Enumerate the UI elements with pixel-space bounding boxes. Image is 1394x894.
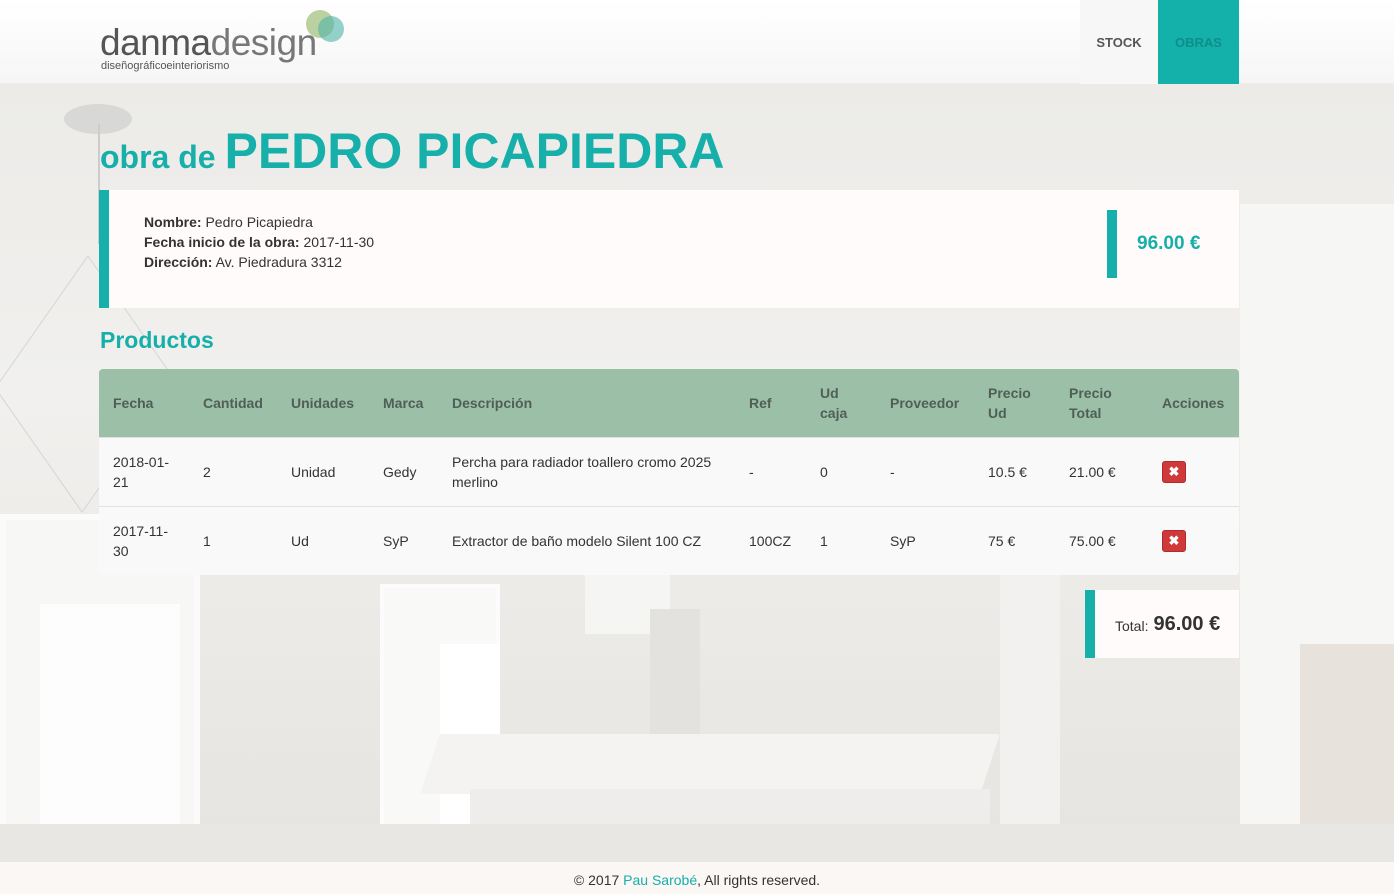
cell-proveedor: - — [890, 463, 895, 480]
obra-info-details: Nombre: Pedro Picapiedra Fecha inicio de… — [144, 212, 374, 272]
delete-button[interactable]: ✖ — [1162, 529, 1186, 552]
nav-stock[interactable]: STOCK — [1080, 0, 1158, 84]
productos-table-container: Fecha Cantidad Unidades Marca Descripció… — [99, 369, 1239, 575]
logo-tagline: diseñográficoeinteriorismo — [101, 60, 230, 72]
cell-ud-caja: 1 — [820, 532, 828, 549]
table-header: Fecha Cantidad Unidades Marca Descripció… — [99, 369, 1239, 437]
total-label: Total: — [1115, 618, 1149, 634]
col-ud-caja: Ud caja — [820, 384, 848, 421]
page-title-prefix: obra de — [100, 139, 216, 175]
background-floor — [0, 824, 1394, 862]
cell-fecha: 2017-11-30 — [113, 522, 169, 559]
cell-precio-total: 21.00 € — [1069, 463, 1116, 480]
col-precio-ud: Precio Ud — [988, 384, 1031, 421]
times-icon: ✖ — [1168, 463, 1180, 479]
cell-marca: Gedy — [383, 463, 417, 480]
info-fecha: Fecha inicio de la obra: 2017-11-30 — [144, 232, 374, 252]
background-counter — [420, 734, 1000, 794]
info-nombre: Nombre: Pedro Picapiedra — [144, 212, 374, 232]
cell-descripcion: Extractor de baño modelo Silent 100 CZ — [452, 532, 702, 549]
cell-fecha: 2018-01-21 — [113, 453, 170, 490]
info-direccion-label: Dirección: — [144, 254, 213, 270]
logo-word-design: design — [210, 22, 318, 63]
logo-wordmark: danmadesign — [100, 22, 317, 64]
cell-acciones: ✖ — [1148, 506, 1239, 575]
col-proveedor: Proveedor — [890, 394, 960, 411]
cell-ud-caja: 0 — [820, 463, 828, 480]
cell-precio-ud: 75 € — [988, 532, 1016, 549]
cell-proveedor: SyP — [890, 532, 916, 549]
cell-precio-ud: 10.5 € — [988, 463, 1027, 480]
cell-ref: 100CZ — [749, 532, 792, 549]
info-nombre-value: Pedro Picapiedra — [205, 214, 313, 230]
obra-total-amount: 96.00 € — [1107, 210, 1200, 278]
col-fecha: Fecha — [113, 394, 154, 411]
col-acciones: Acciones — [1162, 394, 1225, 411]
footer-copyright: © 2017 — [573, 872, 620, 888]
cell-ref: - — [749, 463, 754, 480]
site-header: danmadesign diseñográficoeinteriorismo S… — [0, 0, 1394, 84]
footer-rights: , All rights reserved. — [697, 872, 821, 888]
cell-unidades: Unidad — [291, 463, 336, 480]
table-row: 2017-11-30 1 Ud SyP Extractor de baño mo… — [99, 506, 1239, 575]
table-body: 2018-01-21 2 Unidad Gedy Percha para rad… — [99, 437, 1239, 575]
cell-descripcion: Percha para radiador toallero cromo 2025… — [452, 453, 712, 490]
productos-heading: Productos — [100, 327, 214, 353]
site-footer: © 2017 Pau Sarobé, All rights reserved. — [0, 862, 1394, 894]
col-cantidad: Cantidad — [203, 394, 263, 411]
col-precio-total: Precio Total — [1069, 384, 1112, 421]
col-ref: Ref — [749, 394, 772, 411]
table-header-row: Fecha Cantidad Unidades Marca Descripció… — [99, 369, 1239, 437]
info-fecha-label: Fecha inicio de la obra: — [144, 234, 300, 250]
col-descripcion: Descripción — [452, 394, 533, 411]
cell-marca: SyP — [383, 532, 409, 549]
nav-obras[interactable]: OBRAS — [1158, 0, 1239, 84]
productos-table: Fecha Cantidad Unidades Marca Descripció… — [99, 369, 1239, 575]
col-marca: Marca — [383, 394, 424, 411]
logo[interactable]: danmadesign diseñográficoeinteriorismo — [100, 8, 360, 78]
page-title-name: PEDRO PICAPIEDRA — [224, 123, 725, 179]
background-pillar — [1000, 564, 1060, 862]
cell-unidades: Ud — [291, 532, 309, 549]
delete-button[interactable]: ✖ — [1162, 460, 1186, 483]
cell-cantidad: 1 — [203, 532, 211, 549]
info-fecha-value: 2017-11-30 — [303, 234, 375, 250]
col-unidades: Unidades — [291, 394, 355, 411]
total-value: 96.00 € — [1153, 612, 1221, 635]
total-summary: Total: 96.00 € — [1085, 590, 1239, 658]
footer-author-link[interactable]: Pau Sarobé — [623, 872, 697, 888]
info-direccion: Dirección: Av. Piedradura 3312 — [144, 252, 374, 272]
cell-precio-total: 75.00 € — [1069, 532, 1116, 549]
cell-acciones: ✖ — [1148, 437, 1239, 506]
times-icon: ✖ — [1168, 532, 1180, 548]
cell-cantidad: 2 — [203, 463, 211, 480]
info-direccion-value: Av. Piedradura 3312 — [215, 254, 342, 270]
logo-circle-teal-icon — [318, 16, 344, 42]
main-nav: STOCK OBRAS — [1080, 0, 1239, 84]
obra-info-card: Nombre: Pedro Picapiedra Fecha inicio de… — [99, 190, 1239, 308]
info-nombre-label: Nombre: — [144, 214, 202, 230]
table-row: 2018-01-21 2 Unidad Gedy Percha para rad… — [99, 437, 1239, 506]
logo-word-danma: danma — [100, 22, 211, 63]
page-title: obra de PEDRO PICAPIEDRA — [100, 122, 725, 180]
